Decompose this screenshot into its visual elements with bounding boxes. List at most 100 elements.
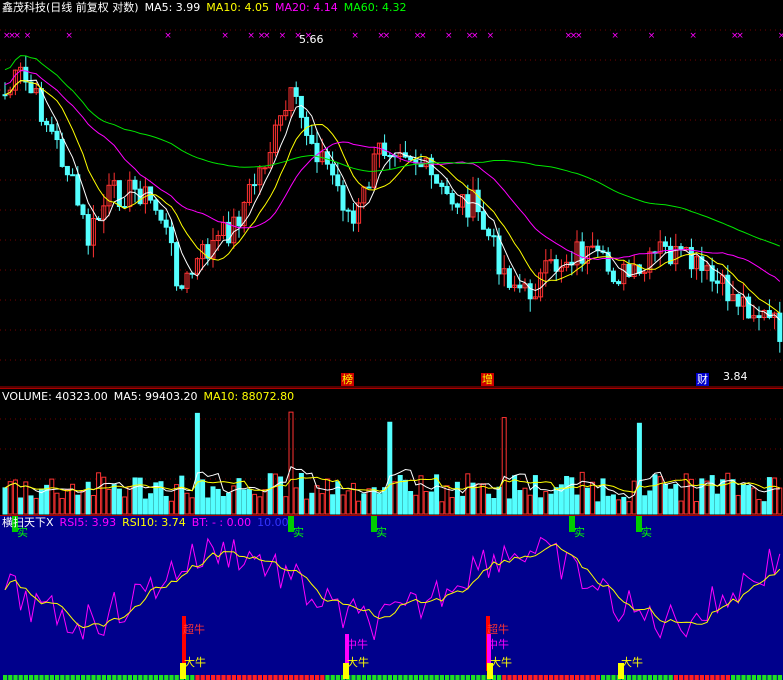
- candle-body: [309, 134, 315, 144]
- volume-bar: [184, 492, 190, 515]
- candlestick-chart[interactable]: ××× × × × × × ×× × × × × ×× ×× × ×× × ××× × × × ×× ×: [0, 0, 783, 388]
- volume-bar: [64, 489, 70, 515]
- event-tag-zeng[interactable]: 增: [481, 373, 494, 386]
- price-low-label: 3.84: [723, 370, 748, 383]
- volume-pane[interactable]: VOLUME: 40323.00 MA5: 99403.20 MA10: 88072…: [0, 388, 783, 515]
- signal-strip-cell: [55, 675, 60, 680]
- signal-strip-cell: [497, 675, 502, 680]
- candle-body: [766, 310, 772, 318]
- signal-strip-cell: [200, 675, 205, 680]
- volume-bar: [574, 494, 580, 515]
- signal-strip-cell: [533, 675, 538, 680]
- candle-body: [345, 209, 351, 212]
- volume-bar: [179, 475, 185, 515]
- volume-bar: [480, 483, 486, 515]
- volume-bar: [236, 478, 242, 515]
- volume-bar: [538, 497, 544, 515]
- signal-strip-cell: [91, 675, 96, 680]
- signal-strip-cell: [23, 675, 28, 680]
- volume-bar: [241, 489, 247, 515]
- signal-strip-cell: [70, 675, 75, 680]
- signal-strip-cell: [60, 675, 65, 680]
- volume-bar: [350, 482, 356, 515]
- signal-strip-cell: [49, 675, 54, 680]
- volume-bar: [402, 479, 408, 515]
- bt-readout: BT: - : 0.00: [191, 516, 252, 529]
- event-marker: ×: [164, 31, 172, 41]
- signal-strip-cell: [694, 675, 699, 680]
- volume-bar: [512, 475, 518, 515]
- signal-strip-cell: [211, 675, 216, 680]
- candle-body: [662, 241, 668, 247]
- volume-bar: [673, 484, 679, 515]
- signal-strip-cell: [684, 675, 689, 680]
- volume-bar: [272, 473, 278, 515]
- signal-shi-5: 实: [641, 526, 652, 539]
- signal-strip-cell: [367, 675, 372, 680]
- indicator-header: 横扫天下X RSI5: 3.93 RSI10: 3.74 BT: - : 0.00 10…: [2, 516, 295, 530]
- volume-bar: [527, 494, 533, 515]
- volume-bar: [324, 478, 330, 515]
- signal-strip-cell: [304, 675, 309, 680]
- ma20-line: [4, 70, 781, 282]
- signal-strip-cell: [320, 675, 325, 680]
- candle-body: [168, 226, 174, 244]
- signal-shi-3: 实: [376, 526, 387, 539]
- volume-bar: [122, 496, 128, 515]
- candle-body: [75, 174, 81, 206]
- candle-body: [49, 124, 55, 132]
- signal-strip-cell: [585, 675, 590, 680]
- candle-body: [179, 285, 185, 289]
- rsi-indicator-chart[interactable]: [0, 516, 783, 680]
- signal-strip-cell: [283, 675, 288, 680]
- signal-strip-cell: [523, 675, 528, 680]
- signal-strip-cell: [507, 675, 512, 680]
- volume-bar: [111, 484, 117, 515]
- event-tag-bang[interactable]: 榜: [341, 373, 354, 386]
- volume-chart[interactable]: [0, 389, 783, 515]
- candle-body: [610, 270, 616, 283]
- price-pane[interactable]: 鑫茂科技(日线 前复权 对数) MA5: 3.99 MA10: 4.05 MA20: …: [0, 0, 783, 388]
- signal-strip-cell: [710, 675, 715, 680]
- ma5-readout: MA5: 3.99: [144, 1, 201, 14]
- volume-bar: [215, 488, 221, 515]
- volume-bar: [746, 485, 752, 515]
- signal-da-niu-3: 大牛: [490, 656, 512, 669]
- volume-bar: [590, 481, 596, 515]
- candle-body: [553, 259, 559, 272]
- volume-bar: [309, 492, 315, 515]
- rsi10-line: [4, 543, 781, 629]
- indicator-pane[interactable]: 横扫天下X RSI5: 3.93 RSI10: 3.74 BT: - : 0.00 10…: [0, 515, 783, 680]
- volume-bar: [220, 496, 226, 515]
- volume-bar: [730, 479, 736, 515]
- signal-strip-cell: [294, 675, 299, 680]
- event-marker: ×: [648, 31, 656, 41]
- ma10-readout: MA10: 4.05: [206, 1, 270, 14]
- volume-bar: [366, 488, 372, 515]
- event-marker: ×: [13, 31, 21, 41]
- candle-body: [132, 179, 138, 190]
- signal-strip-cell: [247, 675, 252, 680]
- volume-bar: [475, 483, 481, 515]
- candle-body: [158, 209, 164, 221]
- volume-bar: [496, 486, 502, 515]
- signal-strip-cell: [538, 675, 543, 680]
- candle-body: [163, 219, 169, 228]
- volume-bar: [163, 495, 169, 515]
- event-marker: ×: [736, 31, 744, 41]
- volume-bar: [428, 491, 434, 515]
- ma20-readout: MA20: 4.14: [275, 1, 338, 14]
- signal-strip-cell: [663, 675, 668, 680]
- signal-strip-cell: [637, 675, 642, 680]
- volume-bar: [423, 490, 429, 515]
- signal-strip-cell: [96, 675, 101, 680]
- volume-bar: [449, 497, 455, 515]
- volume-bar: [59, 497, 65, 515]
- volume-bar: [101, 476, 107, 515]
- signal-strip-cell: [335, 675, 340, 680]
- event-tag-cai[interactable]: 财: [696, 373, 709, 386]
- volume-bar: [205, 497, 211, 515]
- signal-strip-cell: [445, 675, 450, 680]
- signal-strip-cell: [351, 675, 356, 680]
- signal-strip-cell: [148, 675, 153, 680]
